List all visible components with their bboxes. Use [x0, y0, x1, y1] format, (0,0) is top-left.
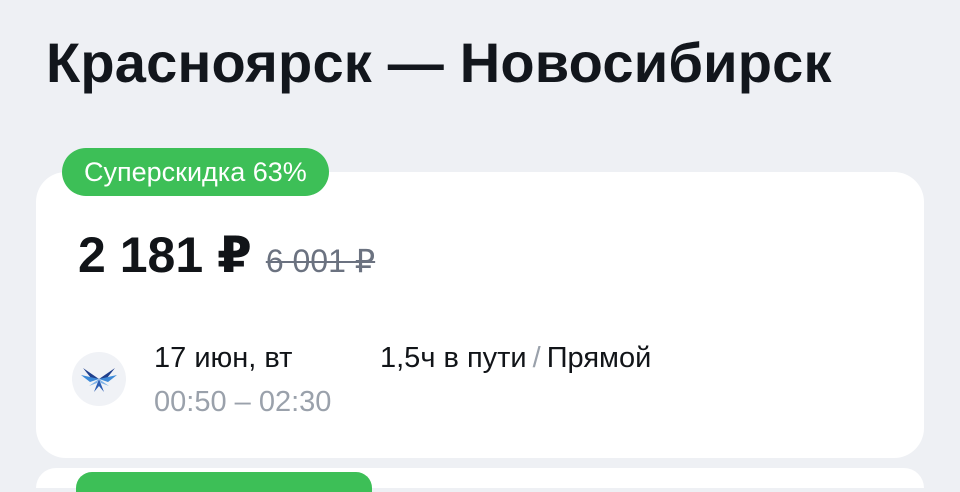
flight-stops: Прямой [546, 342, 652, 374]
discount-badge: Суперскидка 63% [62, 148, 329, 196]
bird-wings-icon [81, 368, 117, 392]
meta-separator: / [532, 342, 541, 374]
price-old: 6 001 ₽ [265, 243, 376, 279]
flight-duration: 1,5ч в пути [380, 342, 527, 374]
flight-meta: 1,5ч в пути / Прямой [380, 342, 651, 375]
price-row: 2 181 ₽ 6 001 ₽ [78, 226, 375, 284]
page-title: Красноярск — Новосибирск [46, 31, 832, 94]
airline-logo [72, 352, 126, 406]
next-discount-badge [76, 472, 372, 492]
price-current: 2 181 ₽ [78, 227, 252, 283]
flight-time-range: 00:50 – 02:30 [154, 386, 332, 418]
flight-date: 17 июн, вт [154, 342, 293, 374]
